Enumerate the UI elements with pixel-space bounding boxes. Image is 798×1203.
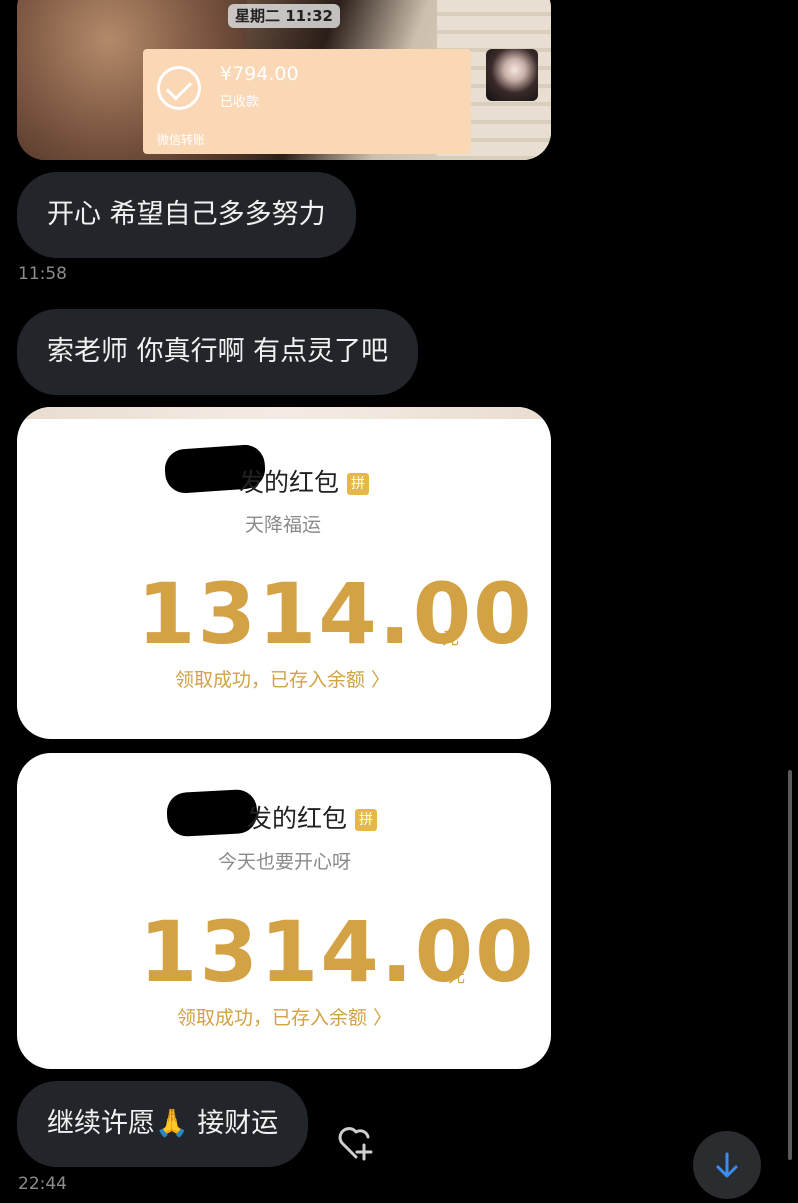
packet-image-strip	[17, 407, 551, 419]
group-badge: 拼	[347, 473, 370, 495]
packet-blessing: 今天也要开心呀	[218, 851, 352, 873]
transfer-status: 已收款	[220, 95, 260, 110]
redaction-mark	[165, 788, 259, 838]
red-packet-card[interactable]: 发的红包拼 天降福运 1314.00 元 领取成功，已存入余额 〉	[17, 407, 551, 739]
packet-blessing: 天降福运	[245, 514, 322, 536]
packet-unit: 元	[448, 967, 465, 987]
group-badge: 拼	[355, 809, 378, 831]
photo-timestamp: 星期二 11:32	[228, 4, 340, 28]
message-text: 继续许愿🙏 接财运	[47, 1108, 279, 1139]
message-bubble[interactable]: 索老师 你真行啊 有点灵了吧	[17, 309, 419, 395]
packet-title: 发的红包拼	[247, 799, 378, 835]
packet-title-text: 发的红包	[247, 804, 348, 833]
packet-amount: 1314.00	[137, 565, 534, 663]
packet-unit: 元	[442, 629, 459, 649]
scroll-to-bottom-button[interactable]	[693, 1131, 761, 1199]
packet-title-text: 发的红包	[239, 468, 340, 497]
red-packet-card[interactable]: 发的红包拼 今天也要开心呀 1314.00 元 领取成功，已存入余额 〉	[17, 753, 551, 1069]
scrollbar[interactable]	[788, 770, 792, 1160]
avatar[interactable]	[486, 49, 538, 101]
message-time: 22:44	[18, 1174, 67, 1194]
packet-status-link[interactable]: 领取成功，已存入余额 〉	[177, 1003, 392, 1030]
check-circle-icon	[157, 66, 201, 110]
message-text: 索老师 你真行啊 有点灵了吧	[47, 336, 389, 367]
arrow-down-icon	[716, 1152, 738, 1178]
transfer-amount: ¥794.00	[220, 63, 299, 85]
packet-title: 发的红包拼	[239, 463, 370, 499]
message-text: 开心 希望自己多多努力	[47, 199, 326, 230]
message-time: 11:58	[18, 264, 67, 284]
transfer-card[interactable]: ¥794.00 已收款 微信转账	[143, 49, 471, 154]
packet-status-link[interactable]: 领取成功，已存入余额 〉	[175, 665, 390, 692]
heart-plus-icon[interactable]	[336, 1123, 376, 1163]
packet-amount: 1314.00	[139, 903, 536, 1001]
message-bubble[interactable]: 开心 希望自己多多努力	[17, 172, 356, 258]
message-bubble[interactable]: 继续许愿🙏 接财运	[17, 1081, 309, 1167]
transfer-source: 微信转账	[157, 133, 206, 147]
